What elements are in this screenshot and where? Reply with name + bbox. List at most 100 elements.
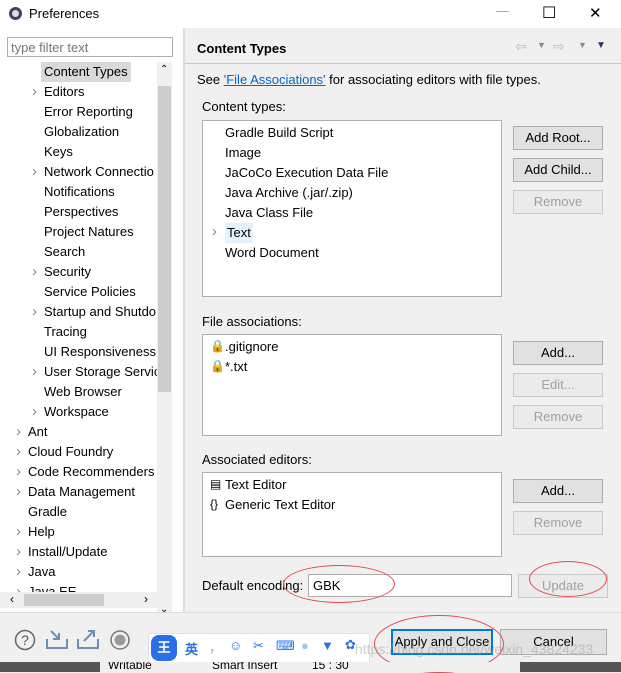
tree-item-label: Install/Update	[28, 544, 108, 559]
list-item[interactable]: Generic Text Editor	[225, 495, 335, 515]
content-type-item[interactable]: Gradle Build Script	[225, 123, 333, 143]
import-icon[interactable]	[45, 627, 69, 651]
list-item[interactable]: .gitignore	[225, 337, 278, 357]
scroll-thumb[interactable]	[158, 86, 171, 392]
window-title: Preferences	[29, 6, 100, 21]
footer: ? 王 英 ， ☺ ✂ ⌨ ● ▼ ✿ Apply and Close Canc…	[0, 613, 621, 673]
associated-editors-list[interactable]: ▤ Text Editor {} Generic Text Editor	[202, 472, 502, 557]
content-type-item[interactable]: Text	[225, 223, 253, 243]
tree-item-label: Java	[28, 564, 56, 579]
maximize-button[interactable]: ☐	[542, 3, 556, 23]
content-type-item[interactable]: Word Document	[225, 243, 319, 263]
tree-item-label: Globalization	[44, 124, 120, 139]
add-editor-button[interactable]: Add...	[513, 479, 603, 503]
edit-association-button[interactable]: Edit...	[513, 373, 603, 397]
forward-arrow-icon[interactable]: ⇨	[553, 38, 565, 55]
chevron-right-icon[interactable]: ›	[32, 162, 37, 182]
view-menu-icon[interactable]: ▼	[596, 40, 606, 51]
chevron-right-icon[interactable]: ›	[16, 442, 21, 462]
tree-item-label: Help	[28, 524, 55, 539]
scroll-up-icon[interactable]: ⌃	[160, 64, 168, 75]
add-root-button[interactable]: Add Root...	[513, 126, 603, 150]
back-menu-icon[interactable]: ▼	[537, 40, 546, 50]
emoji-icon[interactable]: ☺	[229, 638, 242, 653]
preferences-tree-panel: Content Types›EditorsError ReportingGlob…	[0, 28, 183, 620]
tree-item-label: Project Natures	[44, 224, 134, 239]
content-type-item[interactable]: Java Class File	[225, 203, 313, 223]
tree-item-label: Service Policies	[44, 284, 136, 299]
chevron-right-icon[interactable]: ›	[212, 223, 217, 240]
desc-suffix: for associating editors with file types.	[325, 72, 541, 87]
help-icon[interactable]: ?	[14, 629, 36, 651]
add-child-button[interactable]: Add Child...	[513, 158, 603, 182]
tree-item-label: Content Types	[41, 62, 131, 82]
content-types-tree[interactable]: Gradle Build Script Image JaCoCo Execution…	[202, 120, 502, 297]
ime-punctuation[interactable]: ，	[209, 637, 222, 656]
export-icon[interactable]	[76, 627, 100, 651]
keyboard-icon[interactable]: ⌨	[276, 638, 295, 654]
chevron-right-icon[interactable]: ›	[16, 542, 21, 562]
tree-item-label: Ant	[28, 424, 48, 439]
chevron-right-icon[interactable]: ›	[32, 402, 37, 422]
scroll-left-icon[interactable]: ‹	[10, 592, 14, 606]
text-file-icon: ▤	[210, 477, 222, 491]
close-button[interactable]: ✕	[589, 4, 602, 22]
remove-association-button[interactable]: Remove	[513, 405, 603, 429]
file-associations-link[interactable]: 'File Associations'	[224, 72, 326, 87]
header-separator	[185, 63, 621, 64]
forward-menu-icon[interactable]: ▼	[578, 40, 587, 50]
scissors-icon[interactable]: ✂	[253, 638, 264, 654]
generic-editor-icon: {}	[210, 497, 219, 511]
eclipse-gear-icon	[9, 7, 22, 20]
list-item[interactable]: Text Editor	[225, 475, 286, 495]
tree-item-label: Web Browser	[44, 384, 122, 399]
add-association-button[interactable]: Add...	[513, 341, 603, 365]
list-item[interactable]: *.txt	[225, 357, 247, 377]
content-types-page: Content Types ⇦ ▼ ⇨ ▼ ▼ See 'File Associ…	[185, 28, 621, 612]
chevron-right-icon[interactable]: ›	[16, 482, 21, 502]
chevron-right-icon[interactable]: ›	[16, 522, 21, 542]
tree-item-label: Perspectives	[44, 204, 119, 219]
tree-vertical-scrollbar[interactable]: ⌃ ⌄	[157, 62, 172, 620]
lock-icon: 🔒	[210, 359, 225, 373]
annotation-circle-encoding	[283, 565, 395, 603]
remove-content-type-button[interactable]: Remove	[513, 190, 603, 214]
content-type-item[interactable]: JaCoCo Execution Data File	[225, 163, 388, 183]
back-arrow-icon[interactable]: ⇦	[515, 38, 527, 55]
svg-text:?: ?	[21, 632, 29, 648]
user-icon[interactable]: ●	[301, 638, 309, 653]
ime-language[interactable]: 英	[185, 639, 198, 658]
scroll-right-icon[interactable]: ›	[144, 592, 148, 606]
tree-item-label: UI Responsiveness	[44, 344, 156, 359]
filter-input[interactable]	[7, 37, 173, 57]
hscroll-thumb[interactable]	[24, 594, 104, 606]
tree-item-label: Data Management	[28, 484, 135, 499]
status-bar: Writable Smart Insert 15 : 30	[0, 662, 621, 672]
chevron-right-icon[interactable]: ›	[32, 82, 37, 102]
description: See 'File Associations' for associating …	[197, 72, 541, 87]
status-position: 15 : 30	[312, 662, 349, 672]
ime-logo[interactable]: 王	[151, 635, 177, 661]
chevron-right-icon[interactable]: ›	[32, 302, 37, 322]
file-associations-list[interactable]: 🔒 .gitignore 🔒 *.txt	[202, 334, 502, 436]
preferences-tree: Content Types › Editors Error Reporting Glob…	[0, 62, 157, 620]
chevron-right-icon[interactable]: ›	[32, 362, 37, 382]
tree-item-label: User Storage Servic	[44, 364, 157, 379]
associated-editors-label: Associated editors:	[202, 452, 312, 467]
tree-item-label: Security	[44, 264, 91, 279]
content-types-label: Content types:	[202, 99, 286, 114]
content-type-item[interactable]: Image	[225, 143, 261, 163]
tree-item-label: Cloud Foundry	[28, 444, 114, 459]
chevron-right-icon[interactable]: ›	[32, 262, 37, 282]
record-icon[interactable]	[109, 629, 131, 651]
tree-horizontal-scrollbar[interactable]: ‹ ›	[0, 592, 157, 608]
content-type-item[interactable]: Java Archive (.jar/.zip)	[225, 183, 353, 203]
remove-editor-button[interactable]: Remove	[513, 511, 603, 535]
chevron-right-icon[interactable]: ›	[16, 422, 21, 442]
tree-item-label: Notifications	[44, 184, 115, 199]
minimize-button[interactable]: —	[496, 3, 509, 18]
chevron-right-icon[interactable]: ›	[16, 562, 21, 582]
chevron-right-icon[interactable]: ›	[16, 462, 21, 482]
tree-item-label: Search	[44, 244, 86, 259]
shirt-icon[interactable]: ▼	[321, 638, 334, 653]
